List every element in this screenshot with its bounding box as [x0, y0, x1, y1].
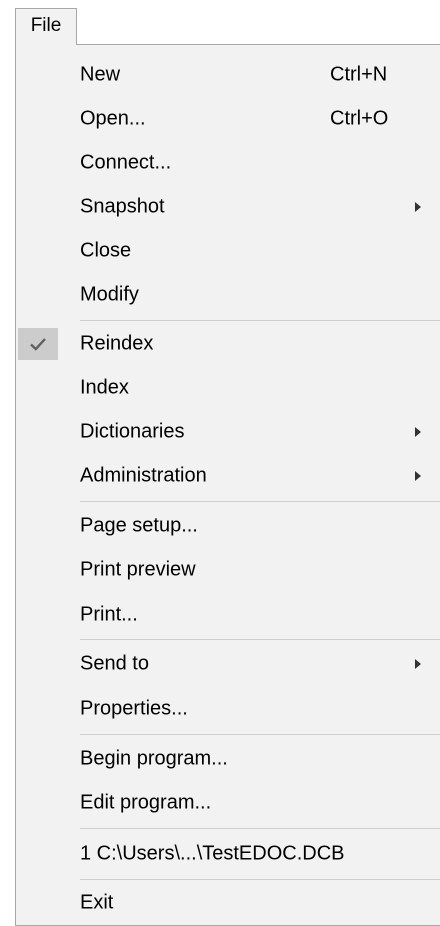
shortcut-label: Ctrl+O: [330, 107, 389, 130]
submenu-arrow-icon: [415, 659, 421, 669]
menu-item-label: Exit: [80, 891, 114, 914]
menu-separator: [80, 501, 440, 502]
menu-item-label: Snapshot: [80, 195, 165, 218]
menu-item-index[interactable]: Index: [16, 366, 440, 410]
file-menu-title[interactable]: File: [15, 8, 77, 45]
menu-item-begin-program[interactable]: Begin program...: [16, 737, 440, 781]
menu-item-snapshot[interactable]: Snapshot: [16, 185, 440, 229]
menu-item-label: Close: [80, 239, 132, 262]
menu-item-label: Begin program...: [80, 747, 228, 770]
menu-separator: [80, 639, 440, 640]
menu-item-label: Print preview: [80, 558, 196, 581]
check-indicator: [18, 328, 58, 360]
menu-item-connect[interactable]: Connect...: [16, 141, 440, 185]
submenu-arrow-icon: [415, 427, 421, 437]
menu-item-label: Connect...: [80, 151, 172, 174]
menu-item-label: Administration: [80, 464, 207, 487]
menu-item-label: Page setup...: [80, 514, 198, 537]
submenu-arrow-icon: [415, 202, 421, 212]
menu-item-recent-file-1[interactable]: 1 C:\Users\...\TestEDOC.DCB: [16, 832, 440, 876]
menu-item-reindex[interactable]: Reindex: [16, 322, 440, 366]
menu-item-open[interactable]: Open... Ctrl+O: [16, 97, 440, 141]
menu-item-label: 1 C:\Users\...\TestEDOC.DCB: [80, 842, 345, 865]
menu-item-label: Properties...: [80, 697, 188, 720]
menu-item-label: Send to: [80, 652, 149, 675]
menu-bar: File: [0, 0, 440, 45]
menu-separator: [80, 734, 440, 735]
shortcut-label: Ctrl+N: [330, 63, 388, 86]
menu-item-print[interactable]: Print...: [16, 593, 440, 637]
menu-item-close[interactable]: Close: [16, 229, 440, 273]
menu-item-label: Print...: [80, 603, 138, 626]
checkmark-icon: [30, 338, 46, 351]
menu-item-label: Open...: [80, 107, 146, 130]
menu-item-label: New: [80, 63, 121, 86]
menu-item-label: Edit program...: [80, 791, 212, 814]
menu-item-dictionaries[interactable]: Dictionaries: [16, 410, 440, 454]
menu-item-label: Index: [80, 376, 129, 399]
menu-item-label: Dictionaries: [80, 420, 185, 443]
submenu-arrow-icon: [415, 471, 421, 481]
menu-item-label: Reindex: [80, 332, 154, 355]
menu-item-administration[interactable]: Administration: [16, 454, 440, 498]
menu-item-print-preview[interactable]: Print preview: [16, 548, 440, 592]
menu-item-label: Modify: [80, 283, 139, 306]
menu-separator: [80, 879, 440, 880]
menu-separator: [80, 828, 440, 829]
menu-item-new[interactable]: New Ctrl+N: [16, 53, 440, 97]
menu-item-edit-program[interactable]: Edit program...: [16, 781, 440, 825]
menu-item-exit[interactable]: Exit: [16, 881, 440, 925]
menu-item-send-to[interactable]: Send to: [16, 642, 440, 686]
menu-item-properties[interactable]: Properties...: [16, 687, 440, 731]
menu-item-page-setup[interactable]: Page setup...: [16, 504, 440, 548]
menu-item-modify[interactable]: Modify: [16, 273, 440, 317]
file-dropdown-menu: New Ctrl+N Open... Ctrl+O Connect... Sna…: [15, 44, 440, 926]
menu-separator: [80, 320, 440, 321]
